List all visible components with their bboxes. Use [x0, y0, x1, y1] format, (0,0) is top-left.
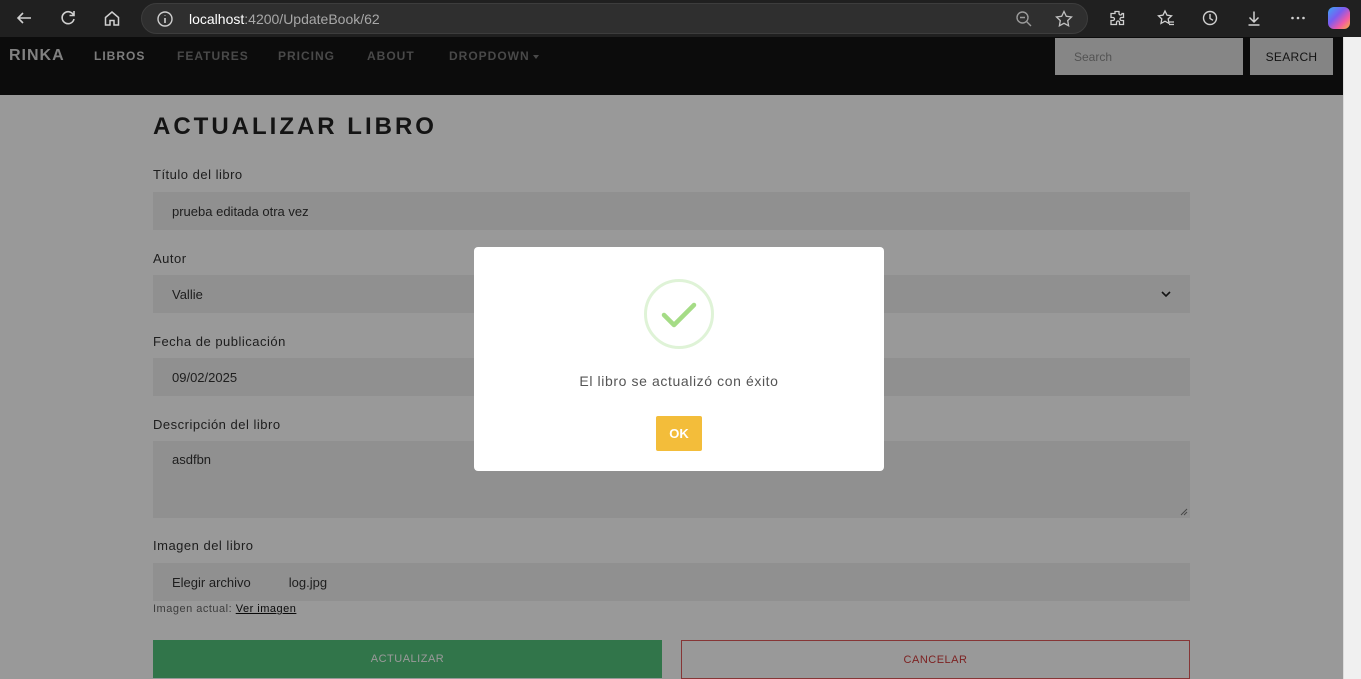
browser-toolbar: localhost:4200/UpdateBook/62	[0, 0, 1361, 37]
favorite-star-icon[interactable]	[1054, 9, 1074, 29]
scrollbar[interactable]	[1343, 37, 1361, 679]
extensions-icon[interactable]	[1102, 4, 1132, 32]
favorites-icon[interactable]	[1151, 4, 1181, 32]
url-text[interactable]: localhost:4200/UpdateBook/62	[189, 11, 380, 27]
success-dialog: El libro se actualizó con éxito OK	[474, 247, 884, 471]
more-options-icon[interactable]	[1283, 4, 1313, 32]
refresh-icon[interactable]	[53, 4, 83, 32]
downloads-icon[interactable]	[1239, 4, 1269, 32]
success-check-icon	[644, 279, 714, 349]
dialog-message: El libro se actualizó con éxito	[579, 373, 779, 389]
home-icon[interactable]	[97, 4, 127, 32]
copilot-icon[interactable]	[1328, 7, 1350, 29]
ok-button[interactable]: OK	[656, 416, 702, 451]
history-icon[interactable]	[1195, 4, 1225, 32]
address-bar[interactable]: localhost:4200/UpdateBook/62	[141, 3, 1088, 34]
back-arrow-icon[interactable]	[9, 4, 39, 32]
zoom-out-icon[interactable]	[1014, 9, 1034, 29]
site-info-icon[interactable]	[156, 10, 174, 28]
